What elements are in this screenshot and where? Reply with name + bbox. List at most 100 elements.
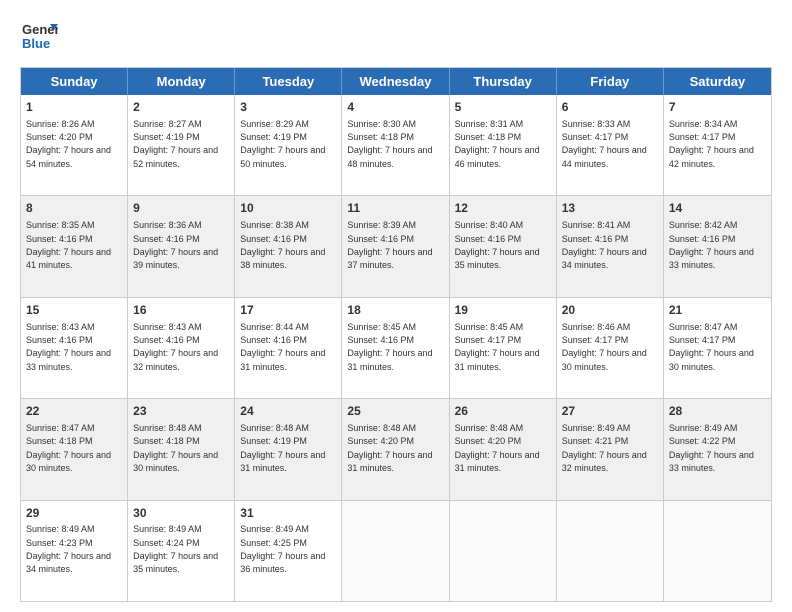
cell-info: Sunrise: 8:49 AMSunset: 4:21 PMDaylight:… xyxy=(562,423,647,473)
calendar-cell: 27 Sunrise: 8:49 AMSunset: 4:21 PMDayligh… xyxy=(557,399,664,499)
day-number: 21 xyxy=(669,302,766,319)
cell-info: Sunrise: 8:45 AMSunset: 4:17 PMDaylight:… xyxy=(455,322,540,372)
calendar-week-3: 15 Sunrise: 8:43 AMSunset: 4:16 PMDayligh… xyxy=(21,297,771,398)
calendar-week-5: 29 Sunrise: 8:49 AMSunset: 4:23 PMDayligh… xyxy=(21,500,771,601)
cell-info: Sunrise: 8:48 AMSunset: 4:20 PMDaylight:… xyxy=(455,423,540,473)
cell-info: Sunrise: 8:48 AMSunset: 4:20 PMDaylight:… xyxy=(347,423,432,473)
header-day-thursday: Thursday xyxy=(450,68,557,95)
day-number: 8 xyxy=(26,200,122,217)
cell-info: Sunrise: 8:48 AMSunset: 4:19 PMDaylight:… xyxy=(240,423,325,473)
calendar-cell: 17Sunrise: 8:44 AMSunset: 4:16 PMDayligh… xyxy=(235,298,342,398)
header-day-saturday: Saturday xyxy=(664,68,771,95)
cell-info: Sunrise: 8:27 AMSunset: 4:19 PMDaylight:… xyxy=(133,119,218,169)
calendar-cell: 5 Sunrise: 8:31 AMSunset: 4:18 PMDaylight… xyxy=(450,95,557,195)
day-number: 29 xyxy=(26,505,122,522)
calendar-cell xyxy=(450,501,557,601)
day-number: 2 xyxy=(133,99,229,116)
day-number: 3 xyxy=(240,99,336,116)
day-number: 14 xyxy=(669,200,766,217)
day-number: 9 xyxy=(133,200,229,217)
calendar-cell: 1 Sunrise: 8:26 AMSunset: 4:20 PMDaylight… xyxy=(21,95,128,195)
cell-info: Sunrise: 8:49 AMSunset: 4:24 PMDaylight:… xyxy=(133,524,218,574)
calendar-cell: 20 Sunrise: 8:46 AMSunset: 4:17 PMDayligh… xyxy=(557,298,664,398)
day-number: 13 xyxy=(562,200,658,217)
calendar-week-1: 1 Sunrise: 8:26 AMSunset: 4:20 PMDaylight… xyxy=(21,95,771,195)
calendar-week-4: 22Sunrise: 8:47 AMSunset: 4:18 PMDayligh… xyxy=(21,398,771,499)
calendar-cell: 11 Sunrise: 8:39 AMSunset: 4:16 PMDayligh… xyxy=(342,196,449,296)
calendar-cell: 8 Sunrise: 8:35 AMSunset: 4:16 PMDaylight… xyxy=(21,196,128,296)
svg-text:Blue: Blue xyxy=(22,36,50,51)
calendar-cell: 2 Sunrise: 8:27 AMSunset: 4:19 PMDaylight… xyxy=(128,95,235,195)
header-day-monday: Monday xyxy=(128,68,235,95)
day-number: 18 xyxy=(347,302,443,319)
calendar-cell: 12 Sunrise: 8:40 AMSunset: 4:16 PMDayligh… xyxy=(450,196,557,296)
day-number: 28 xyxy=(669,403,766,420)
cell-info: Sunrise: 8:43 AMSunset: 4:16 PMDaylight:… xyxy=(26,322,111,372)
cell-info: Sunrise: 8:43 AMSunset: 4:16 PMDaylight:… xyxy=(133,322,218,372)
day-number: 19 xyxy=(455,302,551,319)
calendar-body: 1 Sunrise: 8:26 AMSunset: 4:20 PMDaylight… xyxy=(21,95,771,601)
cell-info: Sunrise: 8:34 AMSunset: 4:17 PMDaylight:… xyxy=(669,119,754,169)
logo-icon: General Blue xyxy=(20,16,58,54)
header-day-sunday: Sunday xyxy=(21,68,128,95)
day-number: 1 xyxy=(26,99,122,116)
day-number: 25 xyxy=(347,403,443,420)
calendar-cell xyxy=(557,501,664,601)
day-number: 26 xyxy=(455,403,551,420)
calendar-cell: 3Sunrise: 8:29 AMSunset: 4:19 PMDaylight… xyxy=(235,95,342,195)
cell-info: Sunrise: 8:38 AMSunset: 4:16 PMDaylight:… xyxy=(240,220,325,270)
cell-info: Sunrise: 8:31 AMSunset: 4:18 PMDaylight:… xyxy=(455,119,540,169)
calendar-cell: 22Sunrise: 8:47 AMSunset: 4:18 PMDayligh… xyxy=(21,399,128,499)
cell-info: Sunrise: 8:47 AMSunset: 4:18 PMDaylight:… xyxy=(26,423,111,473)
cell-info: Sunrise: 8:26 AMSunset: 4:20 PMDaylight:… xyxy=(26,119,111,169)
day-number: 11 xyxy=(347,200,443,217)
cell-info: Sunrise: 8:39 AMSunset: 4:16 PMDaylight:… xyxy=(347,220,432,270)
calendar-header-row: SundayMondayTuesdayWednesdayThursdayFrid… xyxy=(21,68,771,95)
calendar-cell: 13Sunrise: 8:41 AMSunset: 4:16 PMDayligh… xyxy=(557,196,664,296)
calendar-cell: 23Sunrise: 8:48 AMSunset: 4:18 PMDayligh… xyxy=(128,399,235,499)
calendar-cell: 6 Sunrise: 8:33 AMSunset: 4:17 PMDaylight… xyxy=(557,95,664,195)
day-number: 12 xyxy=(455,200,551,217)
calendar-cell: 9 Sunrise: 8:36 AMSunset: 4:16 PMDaylight… xyxy=(128,196,235,296)
cell-info: Sunrise: 8:47 AMSunset: 4:17 PMDaylight:… xyxy=(669,322,754,372)
calendar-cell: 10 Sunrise: 8:38 AMSunset: 4:16 PMDayligh… xyxy=(235,196,342,296)
day-number: 7 xyxy=(669,99,766,116)
day-number: 10 xyxy=(240,200,336,217)
calendar-cell xyxy=(342,501,449,601)
calendar-cell: 28 Sunrise: 8:49 AMSunset: 4:22 PMDayligh… xyxy=(664,399,771,499)
cell-info: Sunrise: 8:33 AMSunset: 4:17 PMDaylight:… xyxy=(562,119,647,169)
day-number: 6 xyxy=(562,99,658,116)
cell-info: Sunrise: 8:45 AMSunset: 4:16 PMDaylight:… xyxy=(347,322,432,372)
calendar-cell: 4Sunrise: 8:30 AMSunset: 4:18 PMDaylight… xyxy=(342,95,449,195)
calendar-cell: 14 Sunrise: 8:42 AMSunset: 4:16 PMDayligh… xyxy=(664,196,771,296)
page: General Blue SundayMondayTuesdayWednesda… xyxy=(0,0,792,612)
calendar-cell: 26 Sunrise: 8:48 AMSunset: 4:20 PMDayligh… xyxy=(450,399,557,499)
day-number: 20 xyxy=(562,302,658,319)
cell-info: Sunrise: 8:36 AMSunset: 4:16 PMDaylight:… xyxy=(133,220,218,270)
header: General Blue xyxy=(20,16,772,59)
day-number: 24 xyxy=(240,403,336,420)
calendar-cell: 30 Sunrise: 8:49 AMSunset: 4:24 PMDayligh… xyxy=(128,501,235,601)
calendar-cell xyxy=(664,501,771,601)
day-number: 30 xyxy=(133,505,229,522)
cell-info: Sunrise: 8:49 AMSunset: 4:23 PMDaylight:… xyxy=(26,524,111,574)
day-number: 5 xyxy=(455,99,551,116)
day-number: 23 xyxy=(133,403,229,420)
day-number: 15 xyxy=(26,302,122,319)
day-number: 27 xyxy=(562,403,658,420)
cell-info: Sunrise: 8:42 AMSunset: 4:16 PMDaylight:… xyxy=(669,220,754,270)
cell-info: Sunrise: 8:30 AMSunset: 4:18 PMDaylight:… xyxy=(347,119,432,169)
cell-info: Sunrise: 8:46 AMSunset: 4:17 PMDaylight:… xyxy=(562,322,647,372)
calendar-cell: 18 Sunrise: 8:45 AMSunset: 4:16 PMDayligh… xyxy=(342,298,449,398)
day-number: 17 xyxy=(240,302,336,319)
cell-info: Sunrise: 8:49 AMSunset: 4:22 PMDaylight:… xyxy=(669,423,754,473)
header-day-tuesday: Tuesday xyxy=(235,68,342,95)
day-number: 16 xyxy=(133,302,229,319)
calendar-cell: 25 Sunrise: 8:48 AMSunset: 4:20 PMDayligh… xyxy=(342,399,449,499)
cell-info: Sunrise: 8:40 AMSunset: 4:16 PMDaylight:… xyxy=(455,220,540,270)
cell-info: Sunrise: 8:35 AMSunset: 4:16 PMDaylight:… xyxy=(26,220,111,270)
header-day-friday: Friday xyxy=(557,68,664,95)
header-day-wednesday: Wednesday xyxy=(342,68,449,95)
calendar-cell: 21 Sunrise: 8:47 AMSunset: 4:17 PMDayligh… xyxy=(664,298,771,398)
cell-info: Sunrise: 8:49 AMSunset: 4:25 PMDaylight:… xyxy=(240,524,325,574)
